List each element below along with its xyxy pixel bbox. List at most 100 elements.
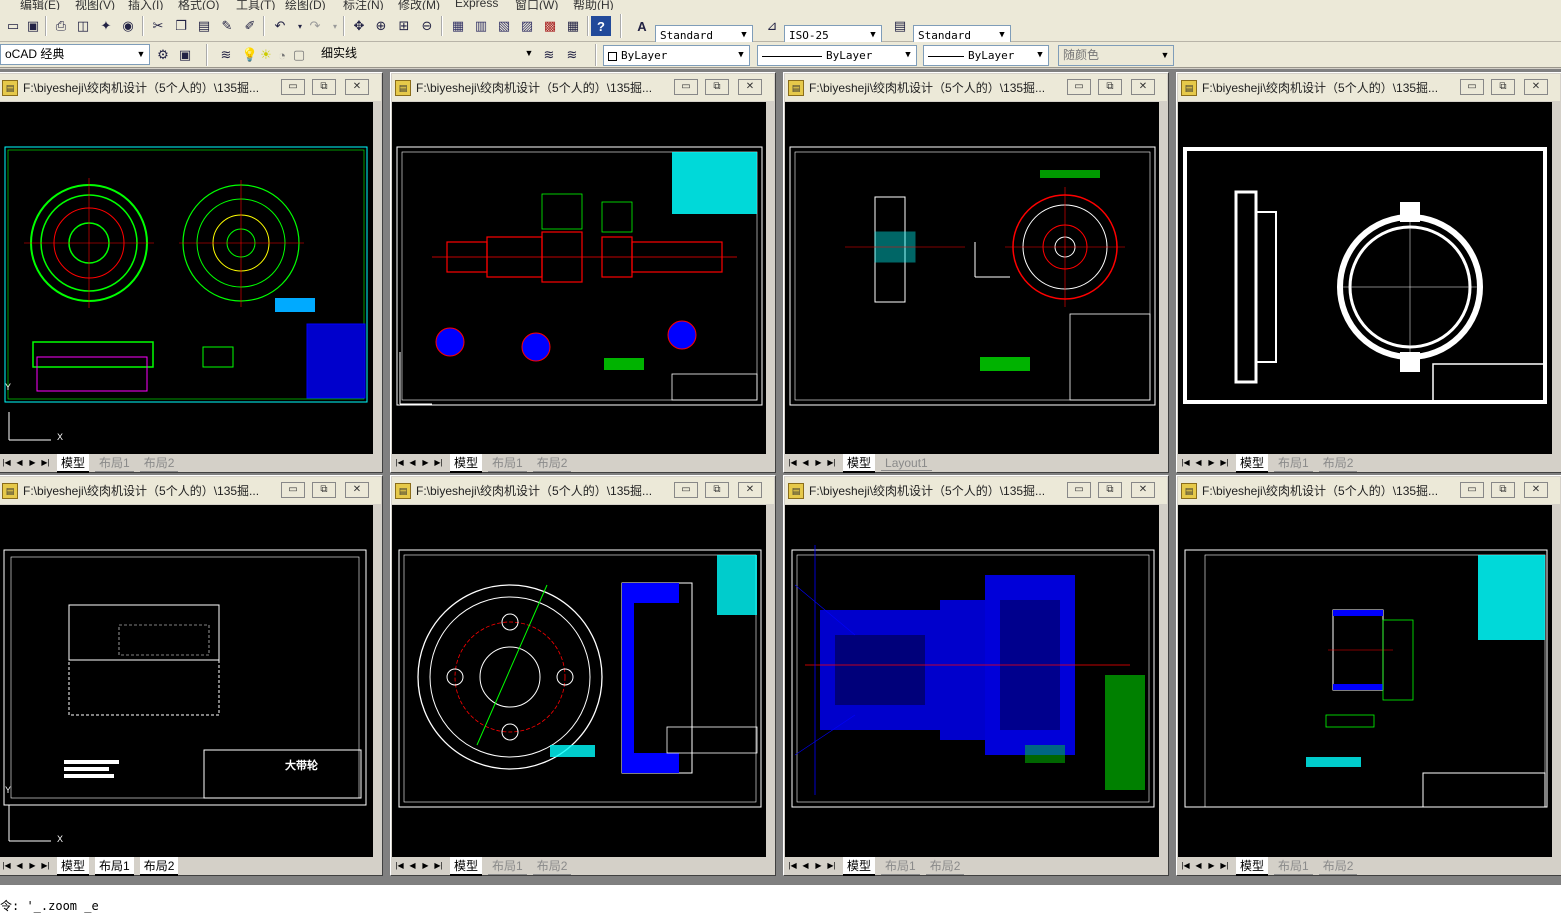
next-tab-icon[interactable]: ▶ xyxy=(27,860,38,872)
menu-insert[interactable]: 插入(I) xyxy=(128,0,163,10)
tab-model[interactable]: 模型 xyxy=(1236,453,1269,473)
tab-layout1[interactable]: 布局1 xyxy=(1274,454,1313,472)
block-editor-icon[interactable]: ✐ xyxy=(240,16,260,36)
tab-layout2[interactable]: 布局2 xyxy=(139,454,179,472)
zoom-previous-icon[interactable]: ⊖ xyxy=(417,16,437,36)
help-icon[interactable]: ? xyxy=(591,16,611,36)
next-tab-icon[interactable]: ▶ xyxy=(420,860,431,872)
tab-layout1[interactable]: 布局1 xyxy=(881,857,920,875)
close-button[interactable]: ✕ xyxy=(1524,482,1548,498)
save-icon[interactable]: ▣ xyxy=(23,16,43,36)
drawing-window-6[interactable]: ▤ F:\biyesheji\绞肉机设计（5个人的）\135掘... ▭ ⧉ ✕ xyxy=(390,475,776,876)
close-button[interactable]: ✕ xyxy=(1131,482,1155,498)
first-tab-icon[interactable]: |◀ xyxy=(1180,860,1191,872)
first-tab-icon[interactable]: |◀ xyxy=(394,860,405,872)
last-tab-icon[interactable]: ▶| xyxy=(1219,860,1230,872)
drawing-canvas[interactable] xyxy=(1178,505,1552,857)
prev-tab-icon[interactable]: ◀ xyxy=(800,860,811,872)
last-tab-icon[interactable]: ▶| xyxy=(433,860,444,872)
close-button[interactable]: ✕ xyxy=(738,482,762,498)
restore-button[interactable]: ⧉ xyxy=(1491,79,1515,95)
prev-tab-icon[interactable]: ◀ xyxy=(1193,860,1204,872)
tool-palettes-icon[interactable]: ▧ xyxy=(494,16,514,36)
menu-express[interactable]: Express xyxy=(455,0,498,10)
pan-icon[interactable]: ✥ xyxy=(349,16,369,36)
new-icon[interactable]: ▭ xyxy=(3,16,23,36)
prev-tab-icon[interactable]: ◀ xyxy=(407,860,418,872)
next-tab-icon[interactable]: ▶ xyxy=(27,457,38,469)
tab-model[interactable]: 模型 xyxy=(843,856,876,876)
menu-modify[interactable]: 修改(M) xyxy=(398,0,440,10)
first-tab-icon[interactable]: |◀ xyxy=(787,860,798,872)
tab-layout2[interactable]: 布局2 xyxy=(925,857,965,875)
next-tab-icon[interactable]: ▶ xyxy=(813,457,824,469)
minimize-button[interactable]: ▭ xyxy=(1067,482,1091,498)
zoom-window-icon[interactable]: ⊞ xyxy=(394,16,414,36)
tab-layout2[interactable]: 布局2 xyxy=(1318,454,1358,472)
restore-button[interactable]: ⧉ xyxy=(1098,79,1122,95)
close-button[interactable]: ✕ xyxy=(738,79,762,95)
prev-tab-icon[interactable]: ◀ xyxy=(407,457,418,469)
command-line[interactable]: 令: '_.zoom _e xyxy=(0,884,1561,914)
close-button[interactable]: ✕ xyxy=(345,482,369,498)
tab-model[interactable]: 模型 xyxy=(450,856,483,876)
matchprop-icon[interactable]: ✎ xyxy=(217,16,237,36)
redo-dropdown-icon[interactable]: ▾ xyxy=(325,16,345,36)
3d-dwf-icon[interactable]: ◉ xyxy=(118,16,138,36)
workspace-settings-icon[interactable]: ⚙ xyxy=(153,45,173,65)
menu-help[interactable]: 帮助(H) xyxy=(573,0,614,10)
minimize-button[interactable]: ▭ xyxy=(674,79,698,95)
tab-layout1[interactable]: 布局1 xyxy=(488,857,527,875)
workspace-save-icon[interactable]: ▣ xyxy=(175,45,195,65)
next-tab-icon[interactable]: ▶ xyxy=(420,457,431,469)
tab-model[interactable]: 模型 xyxy=(1236,856,1269,876)
copy-icon[interactable]: ❐ xyxy=(171,16,191,36)
vertical-scrollbar[interactable] xyxy=(1552,102,1560,454)
paste-icon[interactable]: ▤ xyxy=(194,16,214,36)
plotstyle-select[interactable]: 随颜色 ▼ xyxy=(1058,45,1174,66)
last-tab-icon[interactable]: ▶| xyxy=(1219,457,1230,469)
cut-icon[interactable]: ✂ xyxy=(148,16,168,36)
linetype-select[interactable]: ByLayer ▼ xyxy=(757,45,917,66)
vertical-scrollbar[interactable] xyxy=(373,505,381,857)
vertical-scrollbar[interactable] xyxy=(1552,505,1560,857)
prev-tab-icon[interactable]: ◀ xyxy=(800,457,811,469)
publish-icon[interactable]: ✦ xyxy=(96,16,116,36)
layer-manager-icon[interactable]: ≋ xyxy=(216,45,236,65)
minimize-button[interactable]: ▭ xyxy=(281,79,305,95)
sheet-set-icon[interactable]: ▨ xyxy=(517,16,537,36)
last-tab-icon[interactable]: ▶| xyxy=(826,860,837,872)
tab-layout2[interactable]: 布局2 xyxy=(532,454,572,472)
minimize-button[interactable]: ▭ xyxy=(1067,79,1091,95)
calculator-icon[interactable]: ▦ xyxy=(563,16,583,36)
tab-layout1[interactable]: Layout1 xyxy=(881,456,932,471)
vertical-scrollbar[interactable] xyxy=(1159,505,1167,857)
restore-button[interactable]: ⧉ xyxy=(705,79,729,95)
tab-layout1[interactable]: 布局1 xyxy=(95,856,134,876)
drawing-window-4[interactable]: ▤ F:\biyesheji\绞肉机设计（5个人的）\135掘... ▭ ⧉ ✕… xyxy=(1176,72,1561,473)
drawing-window-3[interactable]: ▤ F:\biyesheji\绞肉机设计（5个人的）\135掘... ▭ ⧉ ✕… xyxy=(783,72,1169,473)
menu-tools[interactable]: 工具(T) xyxy=(236,0,275,10)
prev-tab-icon[interactable]: ◀ xyxy=(14,860,25,872)
tab-layout2[interactable]: 布局2 xyxy=(532,857,572,875)
drawing-canvas[interactable] xyxy=(392,505,766,857)
drawing-window-2[interactable]: ▤ F:\biyesheji\绞肉机设计（5个人的）\135掘... ▭ ⧉ ✕ xyxy=(390,72,776,473)
minimize-button[interactable]: ▭ xyxy=(674,482,698,498)
close-button[interactable]: ✕ xyxy=(1131,79,1155,95)
next-tab-icon[interactable]: ▶ xyxy=(1206,860,1217,872)
layer-select[interactable]: 细实线 ▼ xyxy=(305,44,537,65)
vertical-scrollbar[interactable] xyxy=(766,102,774,454)
restore-button[interactable]: ⧉ xyxy=(312,482,336,498)
drawing-canvas[interactable] xyxy=(1178,102,1552,454)
vertical-scrollbar[interactable] xyxy=(373,102,381,454)
tab-layout1[interactable]: 布局1 xyxy=(95,454,134,472)
restore-button[interactable]: ⧉ xyxy=(312,79,336,95)
drawing-canvas[interactable]: X Y xyxy=(0,102,373,454)
drawing-window-7[interactable]: ▤ F:\biyesheji\绞肉机设计（5个人的）\135掘... ▭ ⧉ ✕… xyxy=(783,475,1169,876)
menu-format[interactable]: 格式(O) xyxy=(178,0,219,10)
restore-button[interactable]: ⧉ xyxy=(1098,482,1122,498)
close-button[interactable]: ✕ xyxy=(1524,79,1548,95)
next-tab-icon[interactable]: ▶ xyxy=(813,860,824,872)
markup-icon[interactable]: ▩ xyxy=(540,16,560,36)
tab-model[interactable]: 模型 xyxy=(450,453,483,473)
